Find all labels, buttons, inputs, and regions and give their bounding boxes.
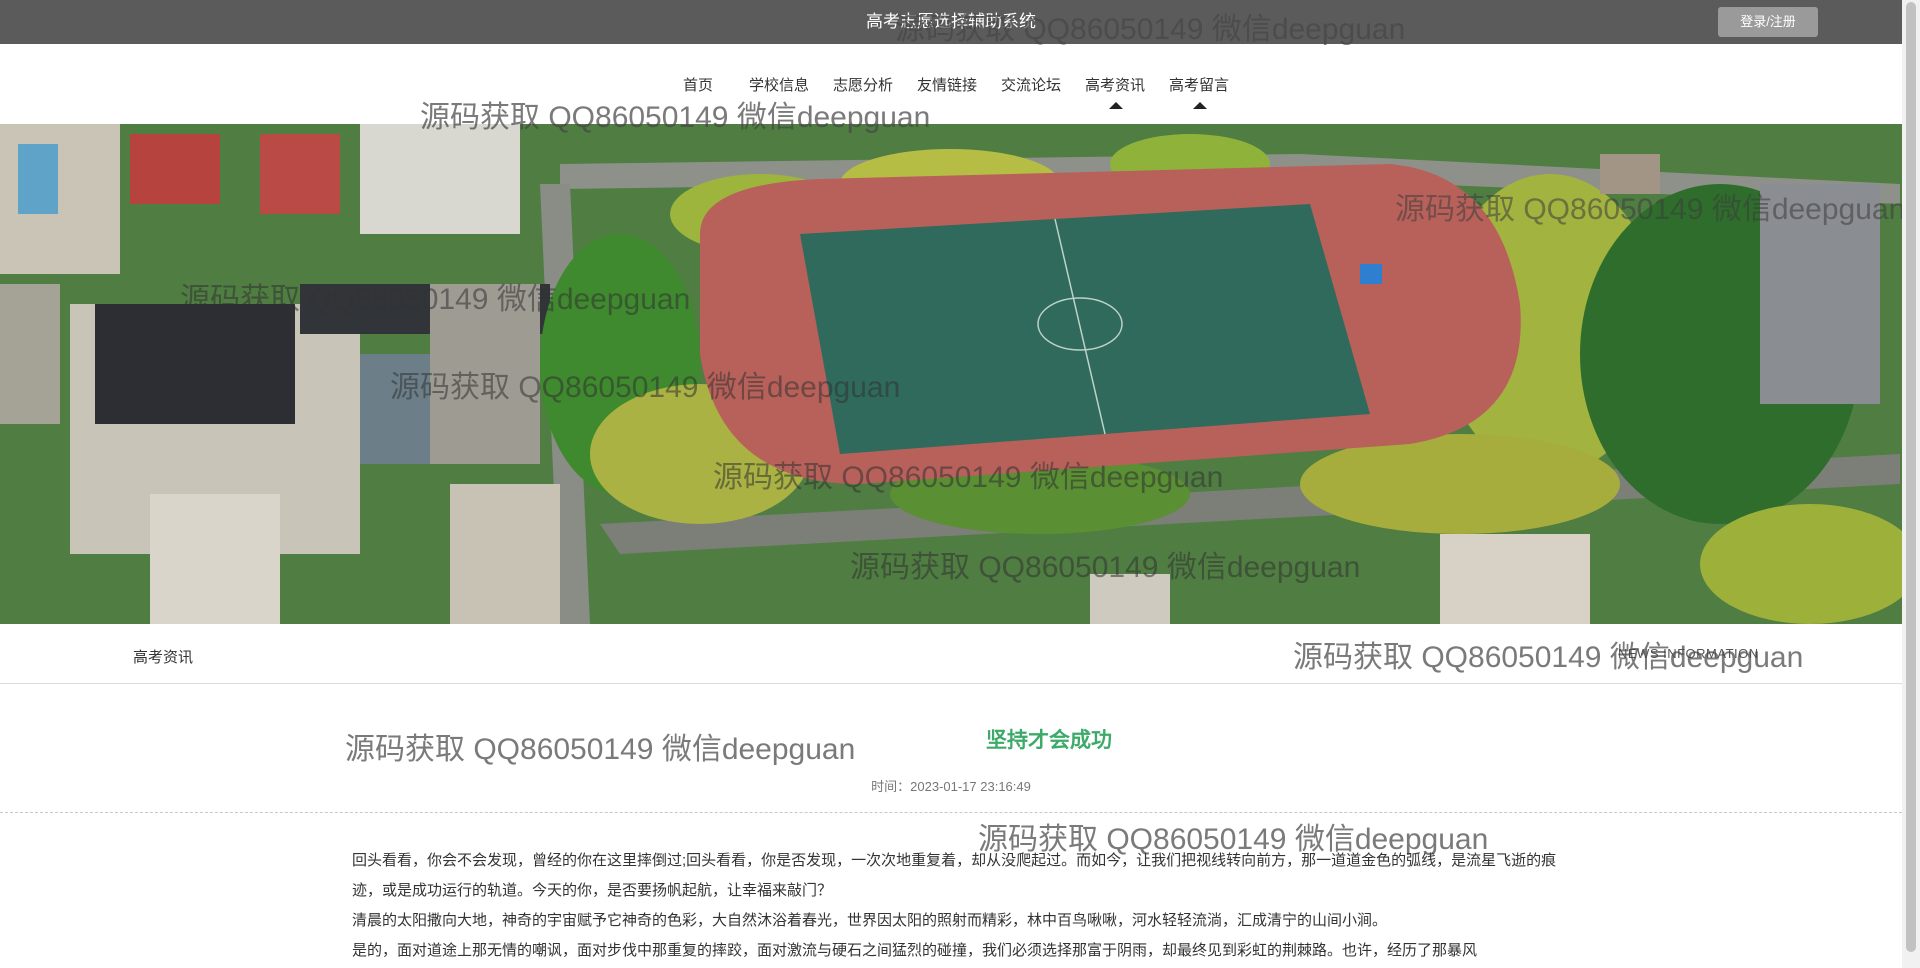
login-register-button[interactable]: 登录/注册 bbox=[1718, 7, 1818, 37]
main-nav: 首页 学校信息 志愿分析 友情链接 交流论坛 高考资讯 高考留言 bbox=[0, 44, 1902, 124]
campus-aerial-image bbox=[0, 124, 1902, 624]
nav-item-application-analysis[interactable]: 志愿分析 bbox=[833, 74, 893, 95]
nav-item-gaokao-messages[interactable]: 高考留言 bbox=[1169, 74, 1229, 95]
article-body: 回头看看，你会不会发现，曾经的你在这里摔倒过;回头看看，你是否发现，一次次地重复… bbox=[352, 846, 1562, 966]
article-paragraph: 是的，面对道途上那无情的嘲讽，面对步伐中那重复的摔跤，面对激流与硬石之间猛烈的碰… bbox=[352, 942, 1478, 959]
hover-nav-caret bbox=[1193, 102, 1207, 109]
hero-banner bbox=[0, 124, 1902, 624]
page-scrollbar[interactable] bbox=[1902, 0, 1920, 968]
nav-item-friend-links[interactable]: 友情链接 bbox=[917, 74, 977, 95]
top-bar: 高考志愿选择辅助系统 登录/注册 bbox=[0, 0, 1902, 44]
divider bbox=[0, 812, 1902, 813]
nav-item-school-info[interactable]: 学校信息 bbox=[749, 74, 809, 95]
article-paragraph: 清晨的太阳撒向大地，神奇的宇宙赋予它神奇的色彩，大自然沐浴着春光，世界因太阳的照… bbox=[352, 912, 1388, 929]
site-title: 高考志愿选择辅助系统 bbox=[866, 12, 1036, 31]
article-paragraph: 回头看看，你会不会发现，曾经的你在这里摔倒过;回头看看，你是否发现，一次次地重复… bbox=[352, 852, 1557, 899]
article-title: 坚持才会成功 bbox=[986, 729, 1112, 752]
scrollbar-thumb[interactable] bbox=[1906, 2, 1916, 952]
nav-item-home[interactable]: 首页 bbox=[683, 74, 713, 95]
article-time: 时间：2023-01-17 23:16:49 bbox=[871, 779, 1031, 794]
section-subtitle-en: NEWS INFORMATION bbox=[1618, 646, 1759, 661]
nav-item-gaokao-news[interactable]: 高考资讯 bbox=[1085, 74, 1145, 95]
section-title: 高考资讯 bbox=[133, 649, 194, 666]
article-header: 坚持才会成功 bbox=[0, 724, 1902, 754]
active-nav-caret bbox=[1109, 102, 1123, 109]
nav-item-forum[interactable]: 交流论坛 bbox=[1001, 74, 1061, 95]
section-header: 高考资讯 NEWS INFORMATION bbox=[0, 624, 1902, 684]
